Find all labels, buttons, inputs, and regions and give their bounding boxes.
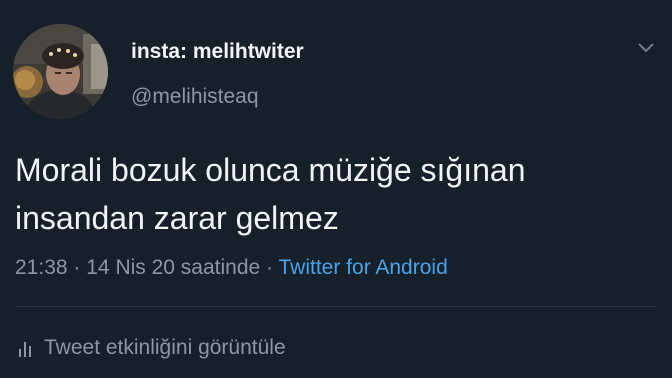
tweet-time[interactable]: 21:38	[15, 256, 68, 279]
view-activity-label: Tweet etkinliğini görüntüle	[44, 336, 286, 359]
profile-photo	[13, 24, 108, 119]
tweet-meta: 21:38 · 14 Nis 20 saatinde · Twitter for…	[15, 256, 448, 280]
display-name[interactable]: insta: melihtwiter	[131, 40, 304, 64]
tweet-text: Morali bozuk olunca müziğe sığınan insan…	[15, 152, 526, 236]
bar-chart-icon	[19, 342, 31, 357]
tweet-source-link[interactable]: Twitter for Android	[279, 256, 448, 279]
meta-separator: ·	[73, 256, 81, 279]
user-handle[interactable]: @melihisteaq	[131, 85, 259, 109]
chevron-down-icon[interactable]	[636, 40, 656, 56]
meta-separator: ·	[266, 256, 274, 279]
divider	[15, 306, 657, 307]
tweet-date[interactable]: 14 Nis 20 saatinde	[86, 256, 260, 279]
view-activity-button[interactable]: Tweet etkinliğini görüntüle	[18, 335, 286, 361]
avatar[interactable]	[13, 24, 108, 119]
